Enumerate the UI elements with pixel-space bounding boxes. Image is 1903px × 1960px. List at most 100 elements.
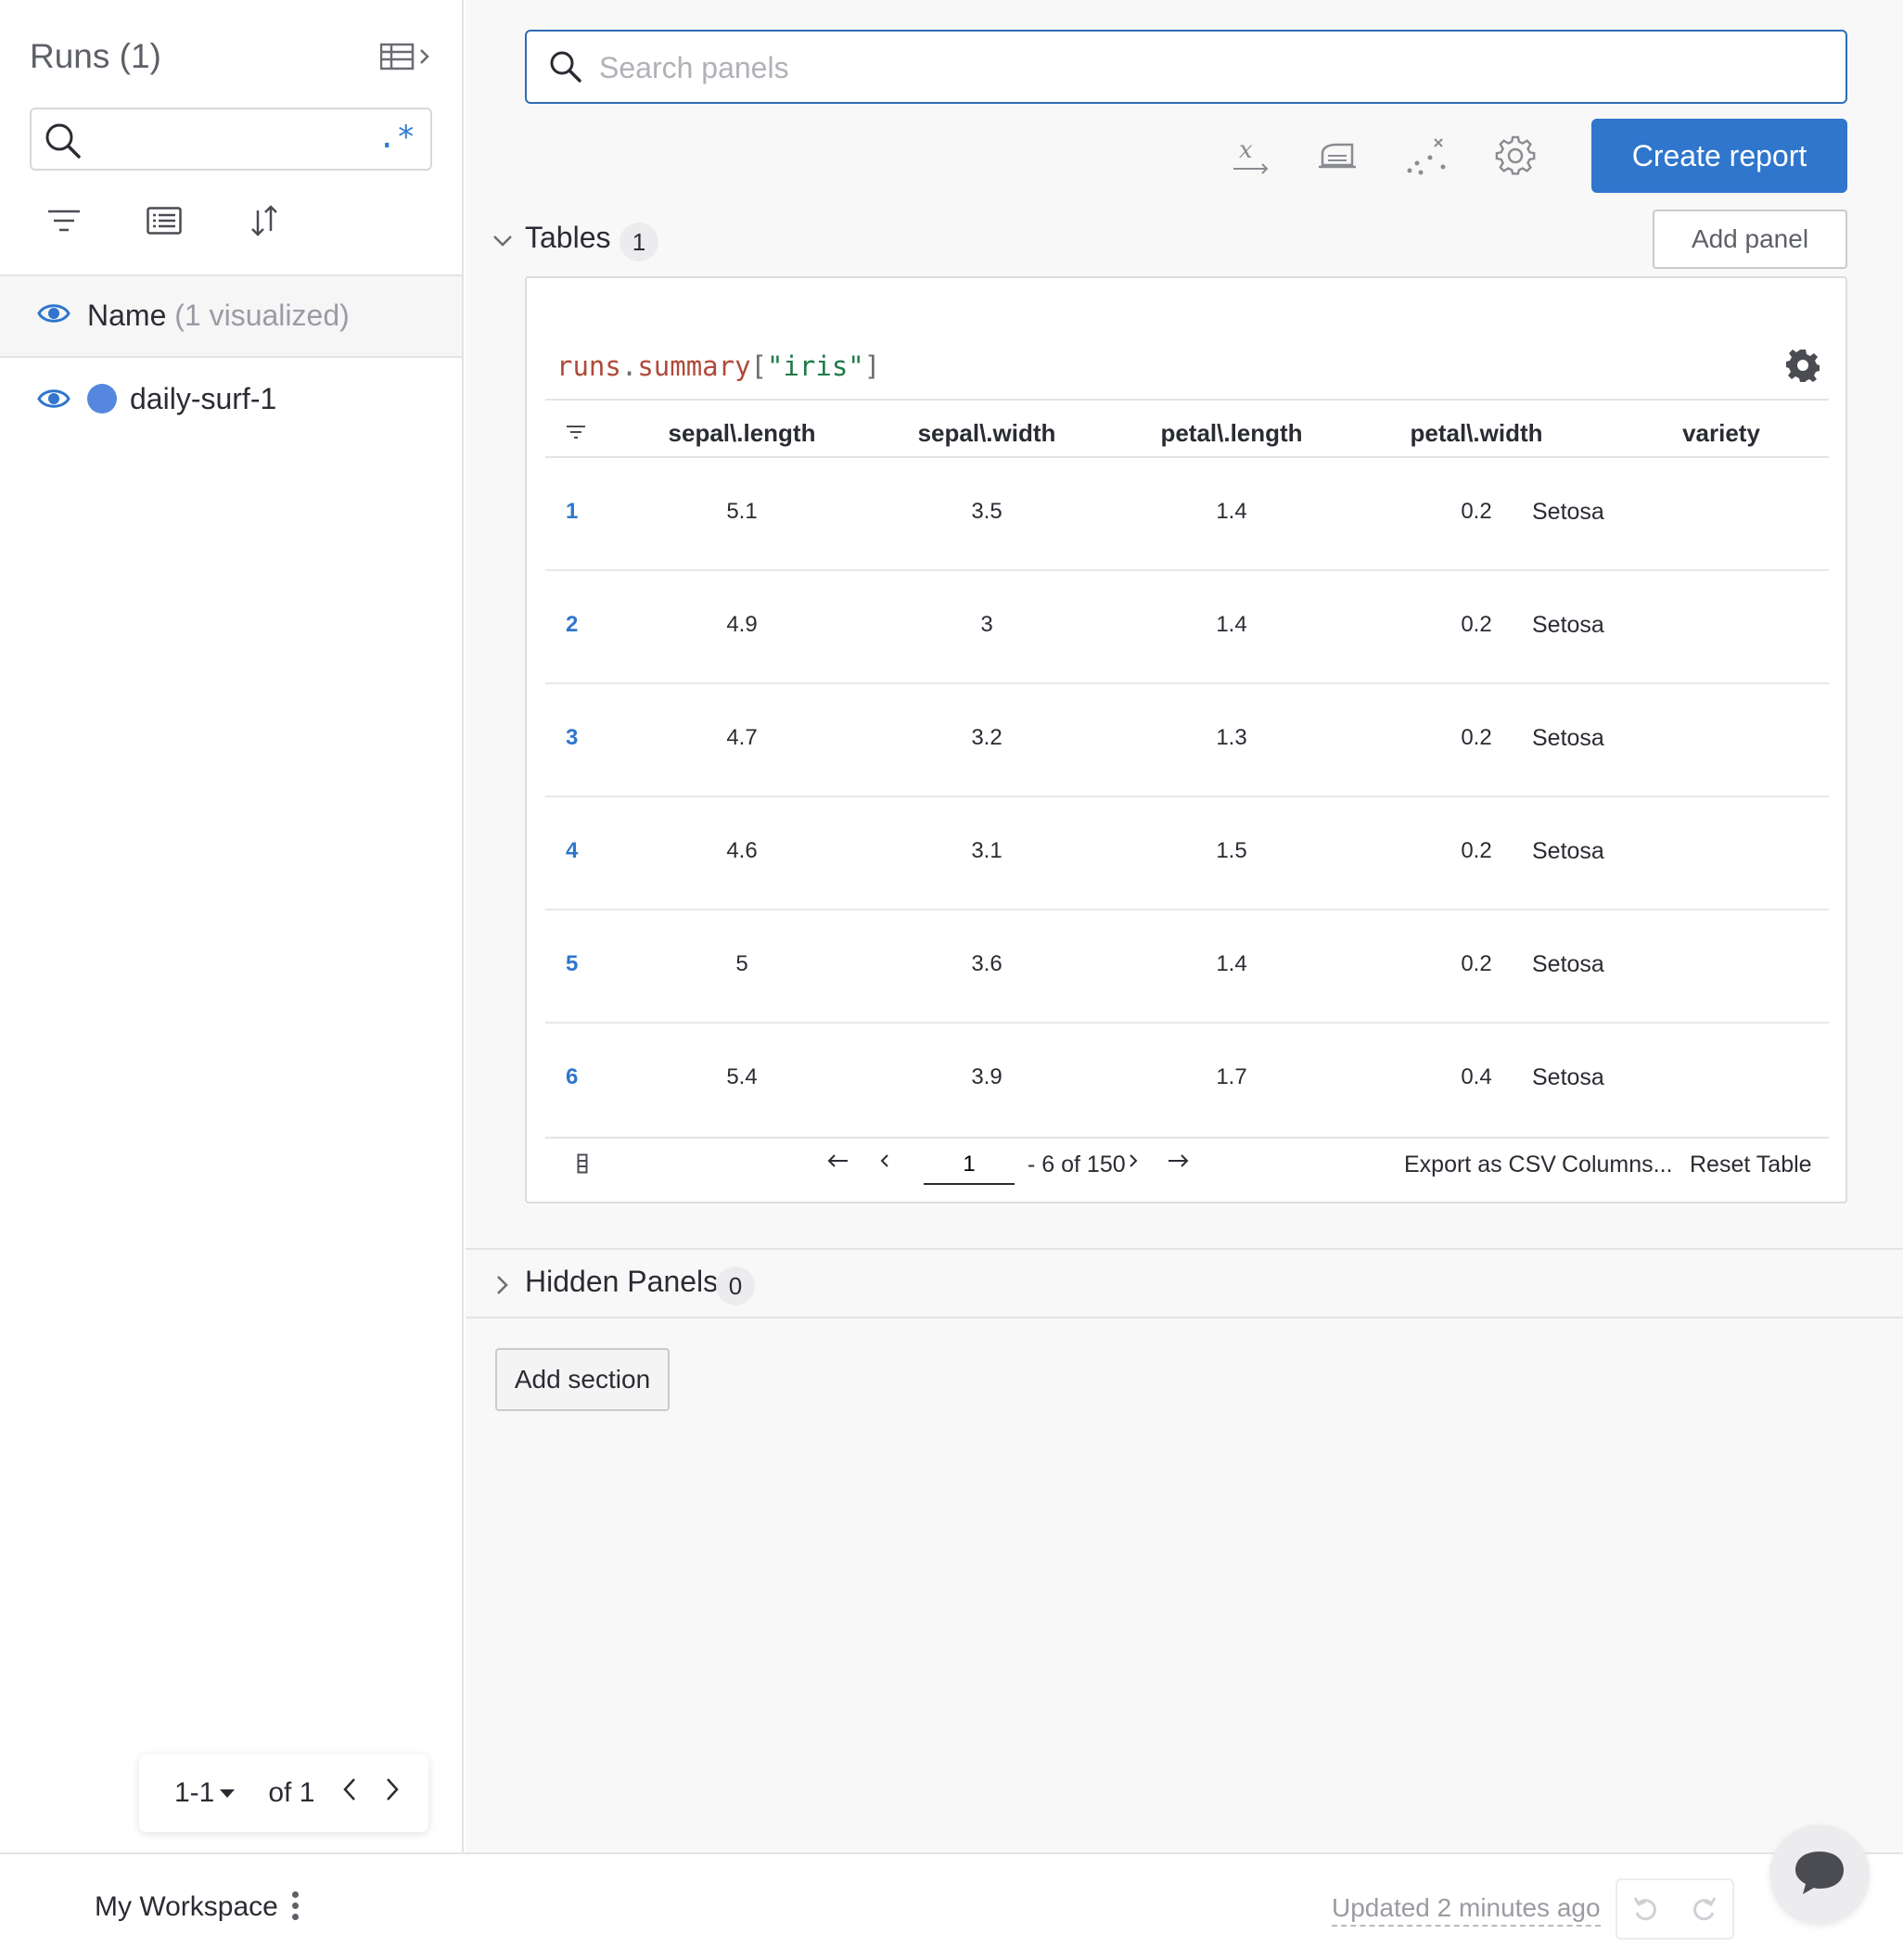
table-row: 2 4.9 3 1.4 0.2 Setosa — [545, 571, 1829, 684]
cell-petal-length: 1.4 — [1216, 951, 1247, 976]
svg-text:x: x — [1239, 136, 1253, 164]
filter-icon[interactable] — [45, 202, 83, 239]
redo-icon[interactable] — [1675, 1880, 1732, 1938]
cell-sepal-width: 3.1 — [971, 838, 1003, 863]
undo-icon[interactable] — [1617, 1880, 1675, 1938]
page-number-input[interactable] — [924, 1146, 1015, 1185]
chat-support-button[interactable] — [1769, 1825, 1870, 1925]
runs-search-input[interactable]: .* — [30, 108, 432, 171]
add-panel-button[interactable]: Add panel — [1653, 210, 1847, 269]
column-filter-icon[interactable] — [566, 425, 586, 444]
expr-attribute: summary — [637, 350, 751, 382]
next-page-chevron-icon[interactable] — [1128, 1150, 1139, 1177]
eye-icon[interactable] — [37, 300, 70, 331]
sort-icon[interactable] — [245, 202, 284, 239]
table-row: 6 5.4 3.9 1.7 0.4 Setosa — [545, 1024, 1829, 1137]
columns-button[interactable]: Columns... — [1562, 1152, 1672, 1178]
cell-variety: Setosa — [1532, 951, 1604, 977]
cell-sepal-width: 3.9 — [971, 1064, 1003, 1089]
column-header-variety[interactable]: variety — [1619, 419, 1823, 448]
table-row: 5 5 3.6 1.4 0.2 Setosa — [545, 910, 1829, 1024]
cell-sepal-length: 5 — [735, 951, 748, 976]
cell-petal-length: 1.4 — [1216, 499, 1247, 524]
more-options-icon[interactable] — [289, 1891, 300, 1925]
run-color-dot[interactable] — [87, 384, 117, 414]
chevron-down-icon[interactable] — [490, 228, 516, 254]
data-table: sepal\.length sepal\.width petal\.length… — [545, 399, 1829, 1137]
create-report-button[interactable]: Create report — [1591, 119, 1847, 193]
row-index[interactable]: 2 — [566, 612, 578, 638]
search-icon — [45, 122, 82, 164]
cell-petal-length: 1.4 — [1216, 612, 1247, 637]
cell-sepal-length: 5.1 — [726, 499, 758, 524]
outliers-icon[interactable] — [1402, 132, 1450, 180]
add-section-button[interactable]: Add section — [495, 1348, 670, 1411]
column-header-sepal-width[interactable]: sepal\.width — [885, 419, 1089, 448]
visualized-count: (1 visualized) — [174, 299, 350, 332]
run-name[interactable]: daily-surf-1 — [130, 382, 276, 416]
first-page-arrow-icon[interactable] — [827, 1150, 849, 1177]
last-page-arrow-icon[interactable] — [1167, 1150, 1189, 1177]
cell-variety: Setosa — [1532, 725, 1604, 751]
table-panel: runs.summary["iris"] sepal\.length sepal… — [525, 276, 1847, 1203]
section-title-tables[interactable]: Tables — [525, 221, 611, 255]
workspace-footer: My Workspace Updated 2 minutes ago — [0, 1852, 1903, 1960]
caret-down-icon[interactable] — [220, 1788, 236, 1798]
eye-icon[interactable] — [37, 386, 70, 416]
panel-expression[interactable]: runs.summary["iris"] — [556, 350, 880, 382]
page-range-select[interactable]: 1-1 — [174, 1777, 214, 1809]
cell-sepal-length: 4.9 — [726, 612, 758, 637]
workspace-name[interactable]: My Workspace — [95, 1891, 278, 1923]
cell-variety: Setosa — [1532, 1064, 1604, 1090]
page-range-text: - 6 of 150 — [1028, 1152, 1126, 1177]
runs-title: Runs (1) — [30, 37, 161, 75]
row-index[interactable]: 4 — [566, 838, 578, 864]
hidden-panels-count-badge: 0 — [716, 1266, 755, 1305]
panel-gear-icon[interactable] — [1786, 349, 1820, 387]
row-index[interactable]: 6 — [566, 1064, 578, 1090]
chevron-left-icon[interactable] — [342, 1777, 357, 1809]
panel-search-input[interactable] — [599, 46, 1805, 89]
runs-sidebar: Runs (1) .* Name (1 visualized) daily-su… — [0, 0, 464, 1852]
settings-gear-icon[interactable] — [1491, 132, 1539, 180]
expr-close-bracket: ] — [863, 350, 881, 382]
table-footer: - 6 of 150 Export as CSV Columns... Rese… — [545, 1137, 1829, 1198]
chevron-right-icon[interactable] — [490, 1272, 516, 1298]
chevron-right-icon[interactable] — [385, 1777, 400, 1809]
name-header-text: Name — [87, 299, 167, 332]
column-header-petal-length[interactable]: petal\.length — [1130, 419, 1334, 448]
row-height-icon[interactable] — [577, 1153, 588, 1180]
expand-table-icon[interactable] — [380, 41, 434, 72]
cell-sepal-length: 4.7 — [726, 725, 758, 750]
row-index[interactable]: 5 — [566, 951, 578, 977]
row-index[interactable]: 1 — [566, 499, 578, 525]
row-index[interactable]: 3 — [566, 725, 578, 751]
cell-sepal-width: 3.2 — [971, 725, 1003, 750]
cell-variety: Setosa — [1532, 612, 1604, 638]
cell-variety: Setosa — [1532, 838, 1604, 864]
hidden-panels-section[interactable]: Hidden Panels 0 — [466, 1248, 1903, 1318]
export-csv-button[interactable]: Export as CSV — [1404, 1152, 1556, 1178]
run-row[interactable]: daily-surf-1 — [0, 367, 462, 436]
smoothing-icon[interactable] — [1313, 132, 1361, 180]
x-axis-icon[interactable]: x — [1226, 132, 1274, 180]
group-icon[interactable] — [145, 202, 184, 239]
tables-count-badge: 1 — [619, 223, 658, 261]
panel-search-box[interactable] — [525, 30, 1847, 104]
updated-timestamp: Updated 2 minutes ago — [1332, 1893, 1601, 1927]
prev-page-chevron-icon[interactable] — [879, 1150, 890, 1177]
name-column-header[interactable]: Name (1 visualized) — [0, 274, 462, 358]
reset-table-button[interactable]: Reset Table — [1690, 1152, 1812, 1178]
cell-petal-length: 1.7 — [1216, 1064, 1247, 1089]
section-title-hidden-panels[interactable]: Hidden Panels — [525, 1265, 718, 1299]
column-header-sepal-length[interactable]: sepal\.length — [640, 419, 844, 448]
cell-sepal-width: 3.6 — [971, 951, 1003, 976]
workspace-main: x Create report Tables 1 Add panel runs.… — [466, 0, 1903, 1852]
cell-petal-length: 1.5 — [1216, 838, 1247, 863]
undo-redo-group — [1616, 1878, 1734, 1940]
regex-toggle[interactable]: .* — [377, 119, 415, 156]
expr-object: runs — [556, 350, 621, 382]
column-header-petal-width[interactable]: petal\.width — [1374, 419, 1578, 448]
expr-dot: . — [620, 350, 638, 382]
cell-sepal-length: 5.4 — [726, 1064, 758, 1089]
